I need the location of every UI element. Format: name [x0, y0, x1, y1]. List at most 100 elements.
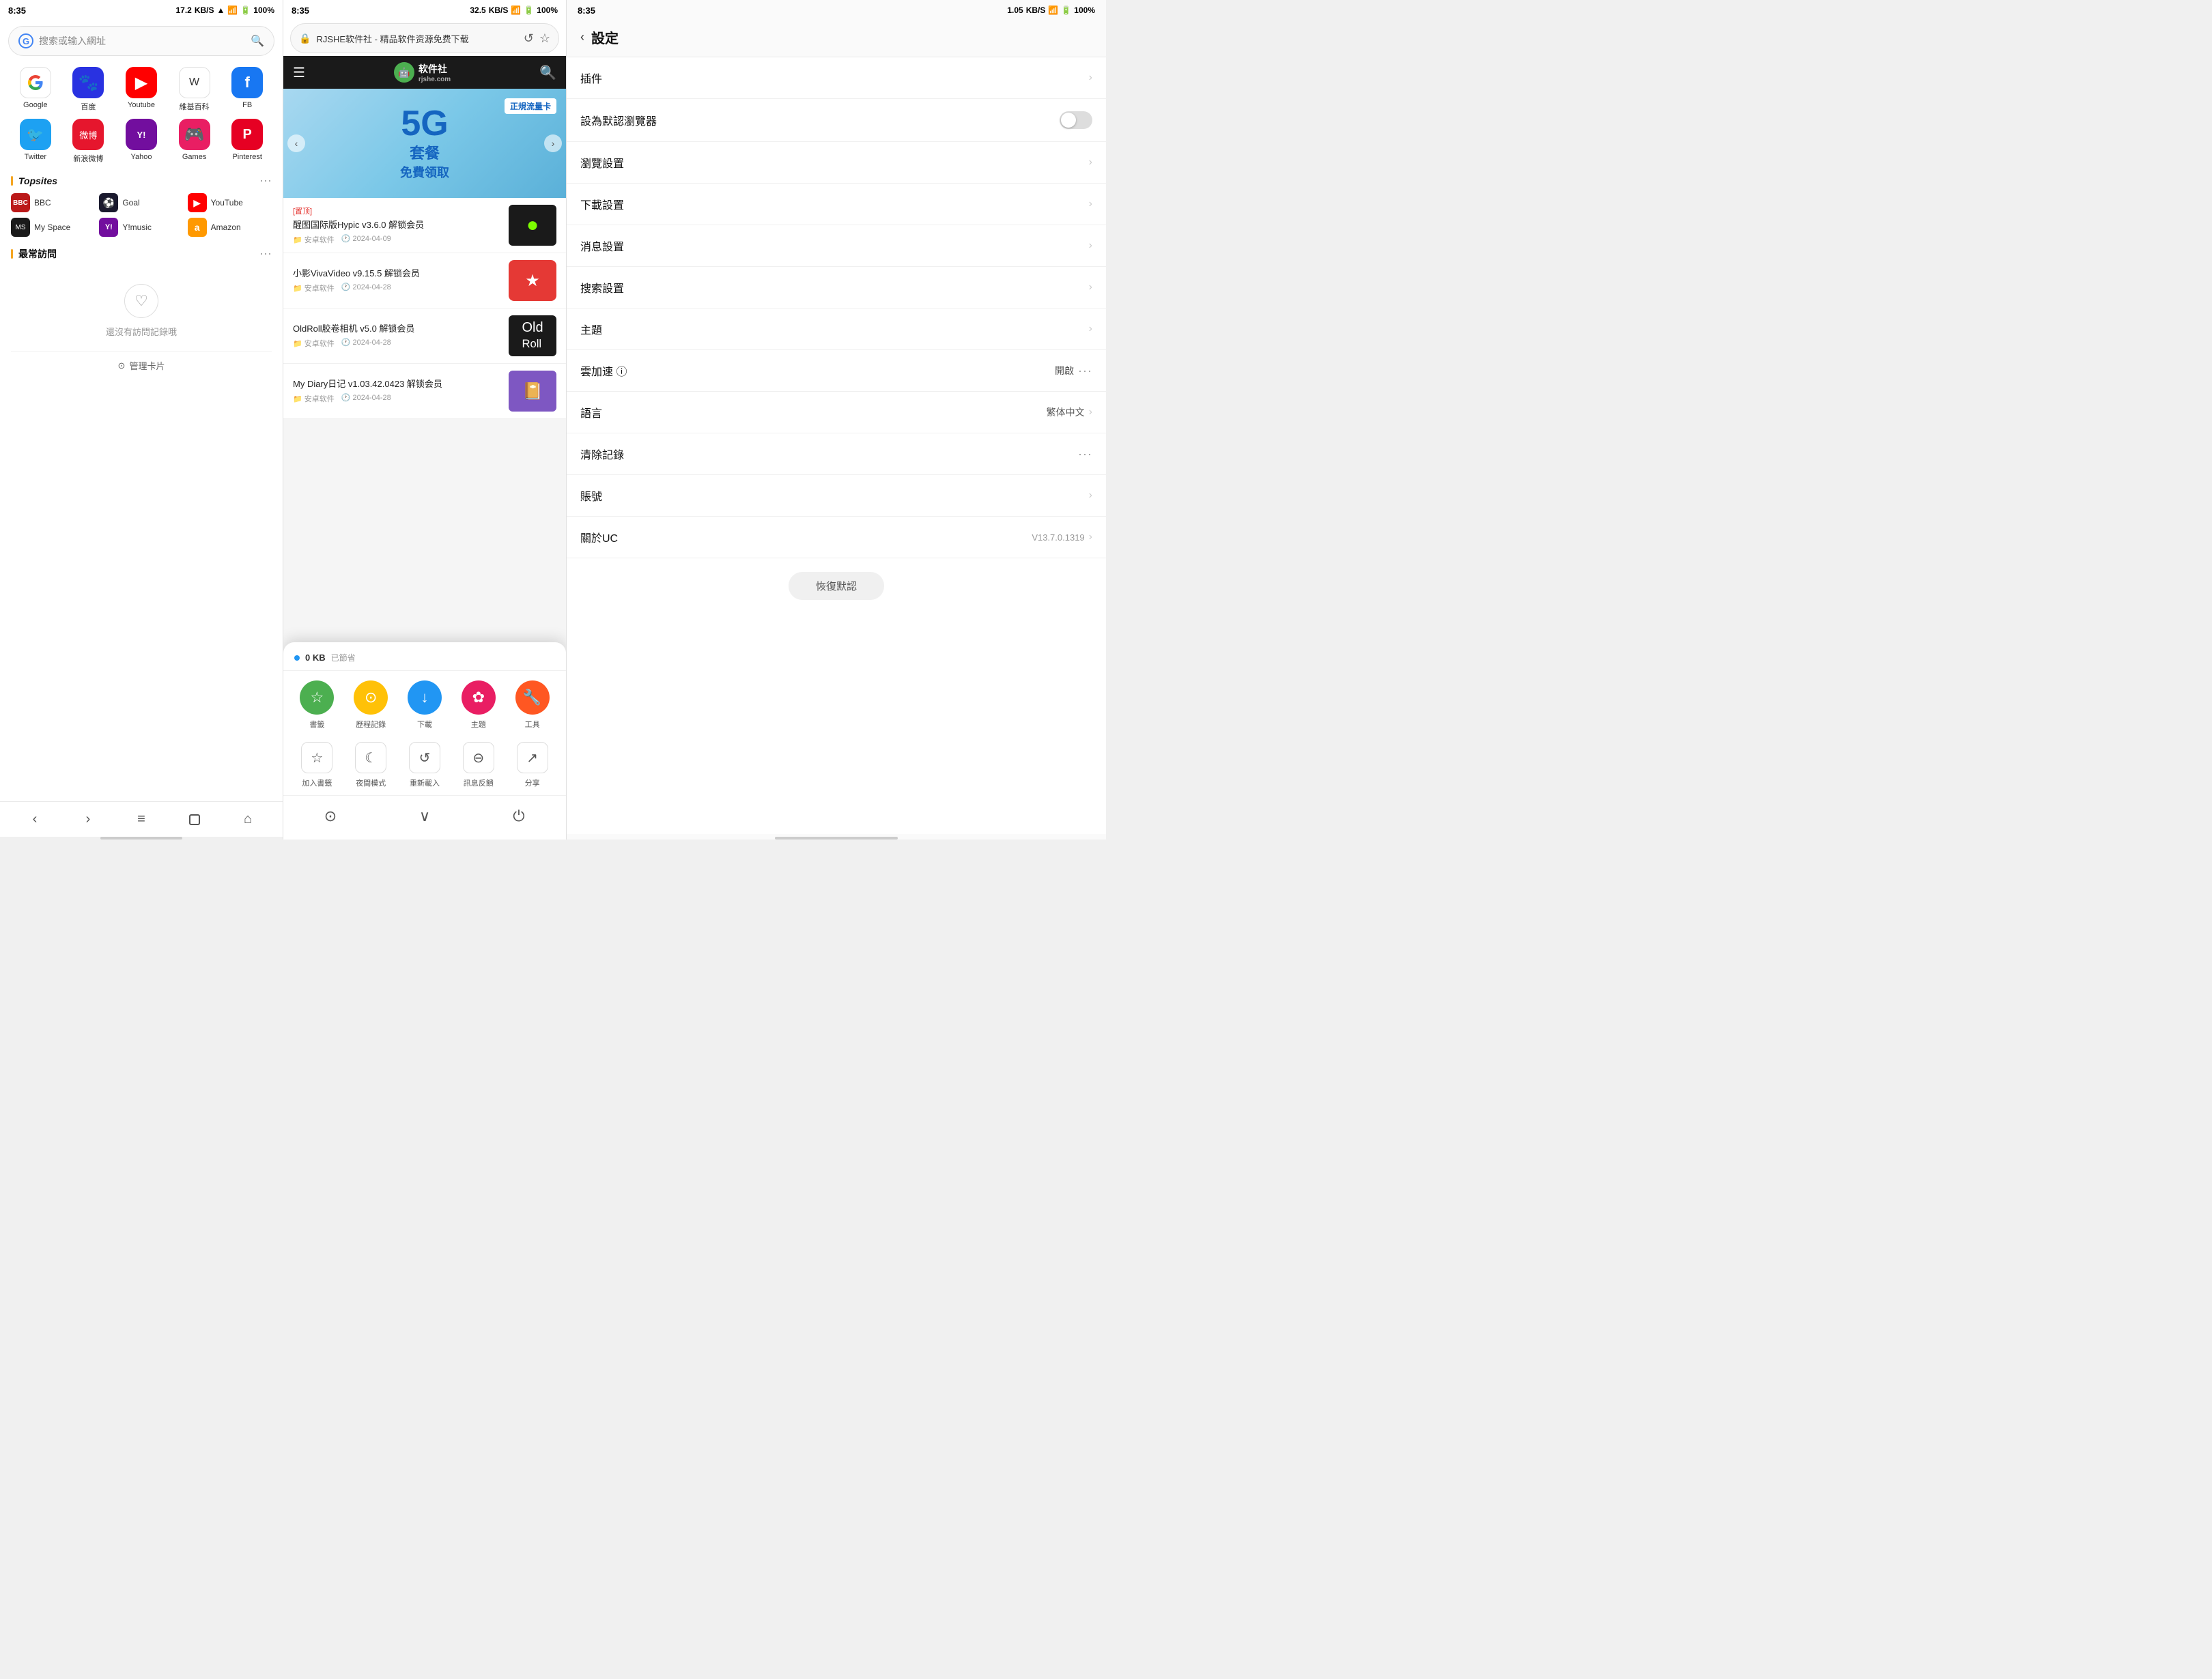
bm-saved-label: 已節省 [331, 652, 356, 663]
quick-link-wiki[interactable]: W 維基百科 [170, 67, 219, 112]
article-item-0[interactable]: [置顶] 醒图国际版Hypic v3.6.0 解锁会员 📁 安卓软件 🕐 202… [283, 198, 566, 253]
bm-collapse-btn[interactable]: ∨ [411, 803, 438, 830]
cloud-label: 雲加速 ⓘ [580, 362, 627, 379]
quick-link-pinterest[interactable]: P Pinterest [223, 119, 272, 164]
goal-icon: ⚽ [99, 193, 118, 212]
hamburger-menu[interactable]: ☰ [293, 64, 305, 81]
banner-prev-btn[interactable]: ‹ [287, 134, 305, 152]
settings-item-browse[interactable]: 瀏覽設置 › [567, 142, 1106, 184]
browse-chevron: › [1089, 156, 1092, 169]
heart-icon: ♡ [124, 284, 158, 318]
google-icon [20, 67, 51, 98]
settings-item-default-browser[interactable]: 設為默認瀏覽器 [567, 99, 1106, 142]
search-placeholder: 搜索或输入網址 [39, 34, 245, 48]
banner-next-btn[interactable]: › [544, 134, 562, 152]
topsites-more-btn[interactable]: ··· [259, 173, 272, 188]
quick-link-google[interactable]: Google [11, 67, 60, 112]
home-indicator [0, 837, 283, 840]
topsite-amazon[interactable]: a Amazon [188, 218, 272, 237]
article-thumb-0: ● [509, 205, 556, 246]
restore-btn[interactable]: 恢復默認 [789, 572, 884, 600]
myspace-label: My Space [34, 223, 70, 232]
settings-item-download[interactable]: 下載設置 › [567, 184, 1106, 225]
most-visited-more-btn[interactable]: ··· [259, 246, 272, 261]
back-btn-settings[interactable]: ‹ [580, 30, 584, 44]
bm-bookmarks-btn[interactable]: ☆ 書籤 [300, 680, 334, 730]
bm-add-bookmark-btn[interactable]: ☆ 加入書籤 [301, 742, 332, 788]
article-item-3[interactable]: My Diary日记 v1.03.42.0423 解锁会员 📁 安卓软件 🕐 2… [283, 364, 566, 419]
bm-settings-btn[interactable]: ⊙ [317, 803, 344, 830]
theme-chevron: › [1089, 323, 1092, 335]
indicator-bar [100, 837, 182, 840]
quick-link-games[interactable]: 🎮 Games [170, 119, 219, 164]
bm-tools-icon: 🔧 [515, 680, 550, 715]
bm-download-btn[interactable]: ↓ 下載 [408, 680, 442, 730]
topsite-myspace[interactable]: MS My Space [11, 218, 95, 237]
time-home: 8:35 [8, 5, 26, 16]
settings-item-plugin[interactable]: 插件 › [567, 57, 1106, 99]
baidu-icon: 🐾 [72, 67, 104, 98]
address-bar[interactable]: 🔒 RJSHE软件社 - 精品软件资源免费下载 ↺ ☆ [290, 23, 559, 53]
cloud-dots[interactable]: ··· [1078, 364, 1092, 378]
google-label: Google [23, 101, 47, 109]
bookmark-icon[interactable]: ☆ [539, 31, 550, 46]
topsite-youtube[interactable]: ▶ YouTube [188, 193, 272, 212]
quick-link-yahoo[interactable]: Y! Yahoo [117, 119, 166, 164]
bm-header: 0 KB 已節省 [283, 652, 566, 671]
settings-item-search[interactable]: 搜索設置 › [567, 267, 1106, 308]
settings-item-about[interactable]: 關於UC V13.7.0.1319 › [567, 517, 1106, 558]
search-icon[interactable]: 🔍 [251, 34, 264, 48]
article-content-1: 小影VivaVideo v9.15.5 解锁会员 📁 安卓软件 🕐 2024-0… [293, 268, 502, 293]
bm-download-icon: ↓ [408, 680, 442, 715]
notification-chevron: › [1089, 240, 1092, 252]
bm-reload-btn[interactable]: ↺ 重新載入 [409, 742, 440, 788]
settings-item-clear[interactable]: 清除記錄 ··· [567, 433, 1106, 475]
settings-title: 設定 [591, 27, 619, 47]
bm-power-btn[interactable]: ⏻ [505, 803, 533, 830]
settings-footer: 恢復默認 [567, 558, 1106, 614]
settings-item-language[interactable]: 語言 繁体中文 › [567, 392, 1106, 433]
back-btn[interactable]: ‹ [23, 807, 47, 832]
article-item-1[interactable]: 小影VivaVideo v9.15.5 解锁会员 📁 安卓软件 🕐 2024-0… [283, 253, 566, 308]
bm-history-icon: ⊙ [354, 680, 388, 715]
settings-item-notification[interactable]: 消息設置 › [567, 225, 1106, 267]
plugin-chevron: › [1089, 72, 1092, 84]
bm-feedback-btn[interactable]: ⊖ 訊息反饋 [463, 742, 494, 788]
article-item-2[interactable]: OldRoll胶卷相机 v5.0 解锁会员 📁 安卓软件 🕐 2024-04-2… [283, 308, 566, 364]
time-browser: 8:35 [292, 5, 309, 16]
quick-links-grid: Google 🐾 百度 ▶ Youtube W 維基百科 f FB 🐦 Twit… [0, 61, 283, 169]
quick-link-twitter[interactable]: 🐦 Twitter [11, 119, 60, 164]
home-btn[interactable]: ⌂ [236, 807, 260, 832]
topsite-goal[interactable]: ⚽ Goal [99, 193, 183, 212]
tab-btn[interactable] [182, 807, 207, 832]
settings-item-theme[interactable]: 主題 › [567, 308, 1106, 350]
default-browser-toggle[interactable] [1060, 111, 1092, 129]
twitter-icon: 🐦 [20, 119, 51, 150]
bm-history-btn[interactable]: ⊙ 歷程記錄 [354, 680, 388, 730]
topsite-bbc[interactable]: BBC BBC [11, 193, 95, 212]
settings-item-account[interactable]: 賬號 › [567, 475, 1106, 517]
amazon-label: Amazon [211, 223, 241, 232]
bm-theme-btn[interactable]: ✿ 主題 [462, 680, 496, 730]
reload-icon[interactable]: ↺ [524, 31, 534, 46]
toggle-knob [1061, 113, 1076, 128]
bm-night-mode-btn[interactable]: ☾ 夜間模式 [355, 742, 386, 788]
topsite-ymusic[interactable]: Y! Y!music [99, 218, 183, 237]
quick-link-baidu[interactable]: 🐾 百度 [64, 67, 113, 112]
forward-btn[interactable]: › [76, 807, 100, 832]
clear-dots[interactable]: ··· [1078, 447, 1092, 461]
browser-content: ☰ 🤖 软件社 rjshe.com 🔍 ‹ 5G 套餐 免費領取 正規流量卡 › [283, 56, 566, 840]
quick-link-weibo[interactable]: 微博 新浪微博 [64, 119, 113, 164]
article-title-0: 醒图国际版Hypic v3.6.0 解锁会员 [293, 219, 502, 231]
youtube-label: Youtube [128, 101, 155, 109]
bm-tools-btn[interactable]: 🔧 工具 [515, 680, 550, 730]
site-search-icon[interactable]: 🔍 [539, 64, 556, 81]
manage-card-btn[interactable]: ⊙ 管理卡片 [11, 351, 272, 379]
menu-btn[interactable]: ≡ [129, 807, 154, 832]
quick-link-fb[interactable]: f FB [223, 67, 272, 112]
article-meta-2: 📁 安卓软件 🕐 2024-04-28 [293, 338, 502, 349]
search-bar[interactable]: G 搜索或输入網址 🔍 [8, 26, 274, 56]
bm-share-btn[interactable]: ↗ 分享 [517, 742, 548, 788]
quick-link-youtube[interactable]: ▶ Youtube [117, 67, 166, 112]
settings-item-cloud[interactable]: 雲加速 ⓘ 開啟 ··· [567, 350, 1106, 392]
